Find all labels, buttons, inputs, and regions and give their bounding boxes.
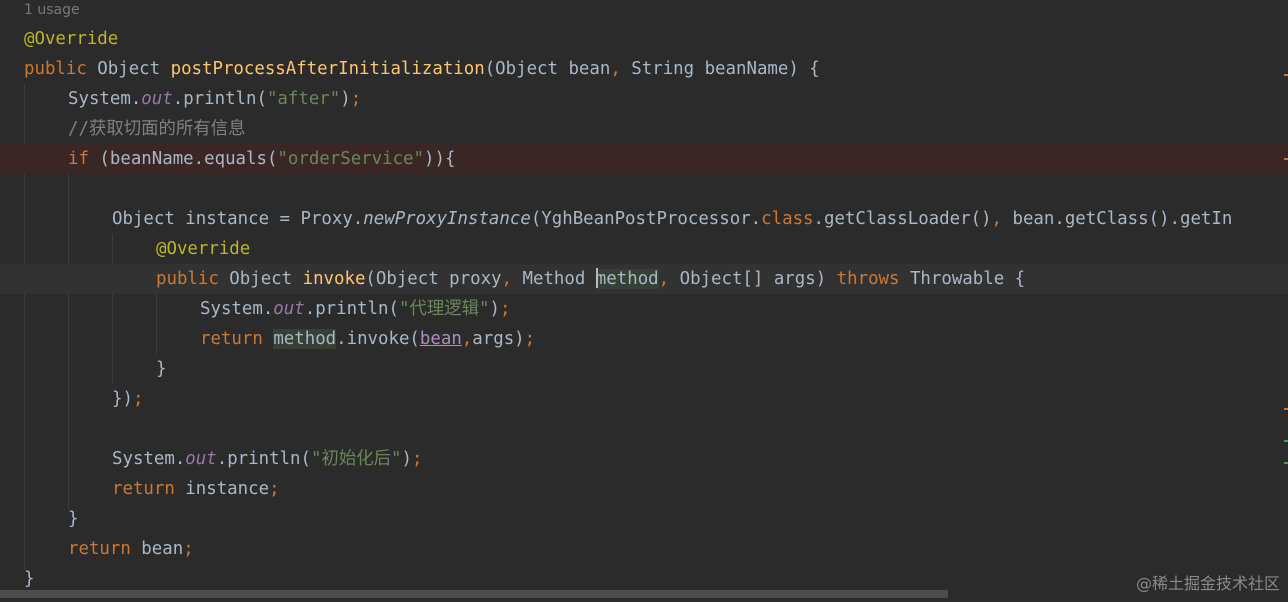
code-line[interactable]: return instance; [0,474,1288,504]
keyword: class [761,209,814,229]
error-stripe-mark[interactable] [1284,158,1288,160]
keyword: if [68,149,89,169]
semicolon: ; [524,329,536,349]
string-literal: "orderService" [277,149,425,169]
semicolon: ; [183,539,194,559]
keyword: public [156,269,219,289]
keyword: public [24,59,87,79]
code-text: instance [174,479,270,499]
keyword: return [68,539,131,559]
string-literal: "初始化后" [310,449,402,469]
horizontal-scrollbar[interactable] [0,590,948,598]
code-text: (Object proxy [365,269,502,289]
comment: //获取切面的所有信息 [68,119,246,139]
code-text: (YghBeanPostProcessor. [530,209,762,229]
code-line[interactable]: System.out.println("初始化后"); [0,444,1288,474]
override-annotation: @Override [156,239,251,259]
code-text: Method [512,269,596,289]
keyword: throws [836,269,900,289]
code-line[interactable]: return bean; [0,534,1288,564]
code-text: Object[] args) [669,269,837,289]
code-text: System. [112,449,186,469]
code-line[interactable]: @Override [0,24,1288,54]
string-literal: "after" [266,89,341,109]
closing-brace: } [156,359,167,379]
semicolon: ; [411,449,423,469]
code-text: System. [68,89,142,109]
comma: , [991,209,1002,229]
closing-brace: } [24,569,35,589]
code-line[interactable]: }); [0,384,1288,414]
static-method-call: newProxyInstance [363,209,531,229]
override-annotation: @Override [24,29,119,49]
highlighted-reference: method [273,329,337,349]
closing-brace: } [68,509,79,529]
code-editor[interactable]: 1 usage @Override public Object postProc… [0,0,1288,602]
code-line[interactable]: return method.invoke(bean,args); [0,324,1288,354]
code-text: ) [340,89,351,109]
code-text: String beanName) { [620,59,820,79]
error-stripe-mark[interactable] [1284,408,1288,410]
static-field: out [273,299,305,319]
captured-variable: bean [419,329,462,349]
code-text: (Object bean [484,59,611,79]
return-type: Object [86,59,171,79]
error-stripe-mark[interactable] [1284,74,1288,76]
semicolon: ; [350,89,362,109]
usage-hint[interactable]: 1 usage [24,0,80,20]
code-text: ) [489,299,500,319]
comma: , [461,329,473,349]
code-text: args) [472,329,525,349]
keyword: return [200,329,263,349]
highlighted-parameter: method [595,268,659,289]
code-text: .getClassLoader() [813,209,992,229]
semicolon: ; [132,389,144,409]
code-line[interactable]: //获取切面的所有信息 [0,114,1288,144]
code-text: .println( [304,299,399,319]
code-line[interactable]: @Override [0,234,1288,264]
code-text: (beanName.equals( [88,149,278,169]
semicolon: ; [269,479,280,499]
string-literal: "代理逻辑" [398,299,490,319]
param-rest: ethod [606,269,659,289]
keyword: return [112,479,175,499]
method-name: postProcessAfterInitialization [170,59,485,79]
watermark: @稀土掘金技术社区 [1135,574,1280,593]
comma: , [658,269,670,289]
code-text: Throwable { [899,269,1026,289]
code-text: }) [112,389,133,409]
code-text: .println( [172,89,267,109]
code-line[interactable]: System.out.println("代理逻辑"); [0,294,1288,324]
code-text: ) [401,449,412,469]
return-type: Object [218,269,303,289]
comma: , [610,59,621,79]
code-line-breakpoint[interactable]: if (beanName.equals("orderService")){ [0,144,1288,174]
static-field: out [141,89,173,109]
code-line[interactable]: } [0,354,1288,384]
text-cursor [595,268,598,288]
static-field: out [185,449,217,469]
code-text: .println( [216,449,311,469]
error-stripe-mark[interactable] [1284,440,1288,442]
code-line-current[interactable]: public Object invoke(Object proxy, Metho… [0,264,1288,294]
code-text: System. [200,299,274,319]
code-line[interactable]: Object instance = Proxy.newProxyInstance… [0,204,1288,234]
code-text: .invoke( [336,329,420,349]
semicolon: ; [499,299,511,319]
code-text: bean [130,539,184,559]
error-stripe-mark[interactable] [1284,462,1288,464]
code-line[interactable]: System.out.println("after"); [0,84,1288,114]
code-text: )){ [424,149,456,169]
code-text: bean.getClass().getIn [1002,209,1233,229]
method-name: invoke [302,269,366,289]
code-line[interactable]: public Object postProcessAfterInitializa… [0,54,1288,84]
code-line[interactable]: } [0,504,1288,534]
code-text: Object instance = Proxy. [112,209,364,229]
comma: , [501,269,513,289]
